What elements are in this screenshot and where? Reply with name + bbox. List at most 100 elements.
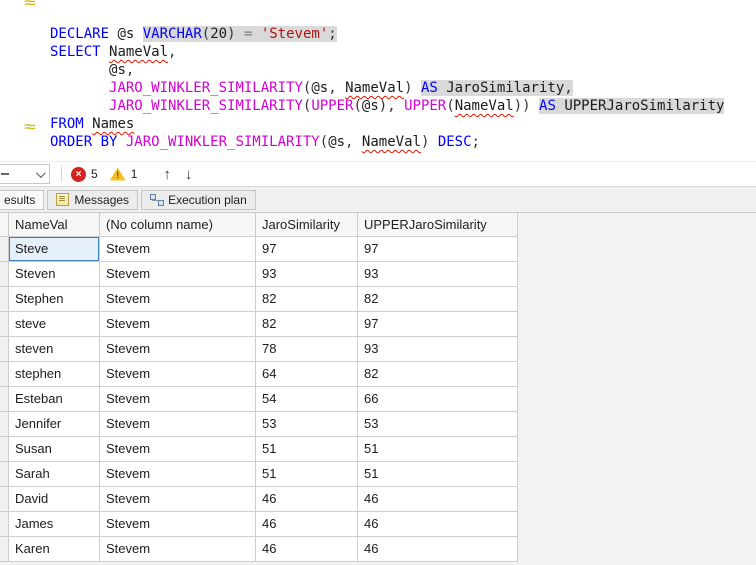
tab-esults[interactable]: esults [0,189,45,210]
table-cell[interactable]: stephen [9,362,100,387]
table-cell[interactable]: Stevem [100,487,256,512]
row-header[interactable] [0,462,9,487]
table-cell[interactable]: Stevem [100,412,256,437]
table-cell[interactable]: Jennifer [9,412,100,437]
table-cell[interactable]: 46 [358,512,518,537]
table-cell[interactable]: 46 [256,512,358,537]
tab-execution-plan[interactable]: Execution plan [141,189,256,210]
error-count: 5 [91,167,98,181]
code-line[interactable]: DECLARE @s VARCHAR(20) = 'Stevem'; [50,25,724,43]
code-token: , [387,98,396,114]
table-cell[interactable]: Steven [9,262,100,287]
column-header[interactable]: (No column name) [100,213,256,237]
code-line[interactable]: FROM Names [50,115,724,133]
code-line[interactable]: JARO_WINKLER_SIMILARITY(@s, NameVal) AS … [50,79,724,97]
table-cell[interactable]: Stevem [100,462,256,487]
row-header[interactable] [0,337,9,362]
table-cell[interactable]: steven [9,337,100,362]
table-cell[interactable]: 93 [358,337,518,362]
row-header[interactable] [0,362,9,387]
table-cell[interactable]: 82 [256,312,358,337]
table-cell[interactable]: 53 [256,412,358,437]
table-cell[interactable]: 51 [358,462,518,487]
row-header[interactable] [0,537,9,562]
grid-header-row: NameVal (No column name) JaroSimilarity UPP… [0,213,518,237]
table-cell[interactable]: Susan [9,437,100,462]
ssms-window: ≈ ≈ DECLARE @s VARCHAR(20) = 'Stevem'; SE… [0,0,756,565]
table-cell[interactable]: 46 [358,487,518,512]
code-line[interactable]: SELECT NameVal, [50,43,724,61]
tab-label: Messages [74,192,130,207]
column-header[interactable]: JaroSimilarity [256,213,358,237]
table-cell[interactable]: Karen [9,537,100,562]
table-cell[interactable]: Stevem [100,537,256,562]
table-cell[interactable]: James [9,512,100,537]
code-token: ) [522,98,531,114]
table-cell[interactable]: 93 [256,262,358,287]
grid-corner[interactable] [0,213,9,237]
table-cell[interactable]: 82 [358,287,518,312]
next-issue-button[interactable]: ↓ [185,166,193,183]
table-cell[interactable]: Stephen [9,287,100,312]
table-cell[interactable]: Stevem [100,437,256,462]
table-cell[interactable]: 78 [256,337,358,362]
table-cell[interactable]: 97 [256,237,358,262]
table-cell[interactable]: 93 [358,262,518,287]
table-cell[interactable]: Stevem [100,387,256,412]
table-cell[interactable]: 46 [256,487,358,512]
row-header[interactable] [0,287,9,312]
code-line[interactable]: @s, [50,61,724,79]
previous-issue-button[interactable]: ↑ [163,166,171,183]
table-cell[interactable]: 97 [358,237,518,262]
table-cell[interactable]: 97 [358,312,518,337]
row-header[interactable] [0,487,9,512]
sql-editor[interactable]: ≈ ≈ DECLARE @s VARCHAR(20) = 'Stevem'; SE… [0,0,756,161]
table-cell[interactable]: 46 [256,537,358,562]
navigation-dropdown[interactable] [0,164,50,184]
table-cell[interactable]: Esteban [9,387,100,412]
code-token: , [564,80,573,96]
code-token: UPPER [311,98,354,114]
table-cell[interactable]: Steve [9,237,100,262]
table-cell[interactable]: Stevem [100,287,256,312]
code-token: FROM [50,116,84,132]
error-indicator[interactable]: × 5 [71,166,98,182]
tab-messages[interactable]: Messages [47,189,139,210]
row-header[interactable] [0,437,9,462]
table-cell[interactable]: 82 [256,287,358,312]
table-cell[interactable]: 82 [358,362,518,387]
row-header[interactable] [0,512,9,537]
code-line[interactable]: JARO_WINKLER_SIMILARITY(UPPER(@s), UPPER… [50,97,725,115]
table-cell[interactable]: 54 [256,387,358,412]
row-header[interactable] [0,412,9,437]
table-cell[interactable]: 66 [358,387,518,412]
code-token: @s [361,98,379,114]
table-cell[interactable]: steve [9,312,100,337]
table-cell[interactable]: 46 [358,537,518,562]
table-cell[interactable]: Stevem [100,512,256,537]
table-cell[interactable]: 53 [358,412,518,437]
row-header[interactable] [0,262,9,287]
table-cell[interactable]: 51 [256,437,358,462]
table-cell[interactable]: Stevem [100,362,256,387]
table-cell[interactable]: David [9,487,100,512]
table-cell[interactable]: Stevem [100,337,256,362]
column-header[interactable]: NameVal [9,213,100,237]
table-cell[interactable]: Stevem [100,312,256,337]
table-cell[interactable]: 51 [256,462,358,487]
row-header[interactable] [0,312,9,337]
table-cell[interactable]: 64 [256,362,358,387]
code-token: 20 [210,26,228,42]
row-header[interactable] [0,387,9,412]
code-line[interactable]: ORDER BY JARO_WINKLER_SIMILARITY(@s, Nam… [50,133,724,151]
table-cell[interactable]: Sarah [9,462,100,487]
row-header[interactable] [0,237,9,262]
column-header[interactable]: UPPERJaroSimilarity [358,213,518,237]
divider [61,166,62,182]
warning-indicator[interactable]: ! 1 [98,167,137,181]
table-cell[interactable]: Stevem [100,262,256,287]
table-cell[interactable]: 51 [358,437,518,462]
code-token: NameVal [345,80,405,96]
table-cell[interactable]: Stevem [100,237,256,262]
